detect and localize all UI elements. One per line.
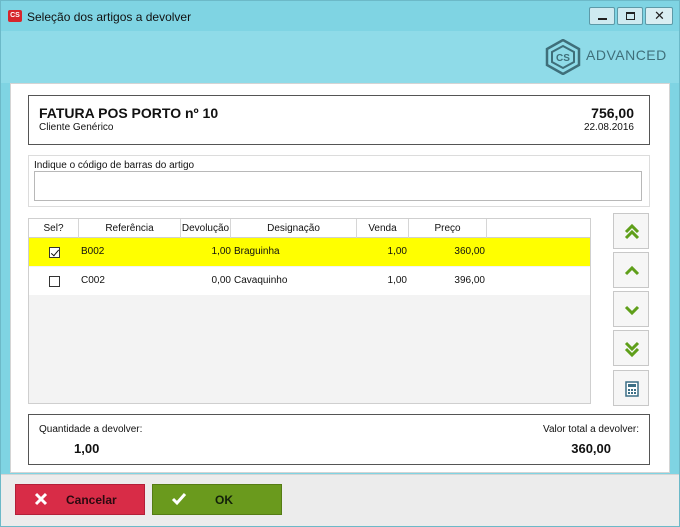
barcode-input[interactable] — [34, 171, 642, 201]
cell-preco: 396,00 — [454, 275, 485, 286]
move-down-button[interactable] — [613, 291, 649, 327]
cell-preco: 360,00 — [454, 246, 485, 257]
calculator-icon — [625, 381, 639, 397]
app-icon: CS — [8, 10, 22, 22]
logo-icon: CS — [545, 39, 581, 75]
articles-grid: Sel? Referência Devolução Designação Ven… — [28, 218, 591, 404]
row-select-checkbox[interactable] — [49, 276, 60, 287]
column-header-venda[interactable]: Venda — [357, 219, 409, 238]
cell-devolucao: 1,00 — [211, 246, 231, 257]
double-chevron-down-icon — [624, 341, 640, 358]
chevron-up-icon — [624, 265, 640, 276]
cell-designacao: Braguinha — [234, 246, 280, 257]
invoice-client: Cliente Genérico — [39, 122, 114, 133]
table-row[interactable]: C002 0,00 Cavaquinho 1,00 396,00 — [29, 267, 590, 295]
table-row[interactable]: B002 1,00 Braguinha 1,00 360,00 — [29, 238, 590, 266]
column-header-devolucao[interactable]: Devolução — [181, 219, 231, 238]
ok-button[interactable]: OK — [152, 484, 282, 515]
logo-text: ADVANCED — [586, 47, 667, 63]
total-value: 360,00 — [571, 441, 611, 456]
quantity-label: Quantidade a devolver: — [39, 424, 143, 435]
column-header-designacao[interactable]: Designação — [231, 219, 357, 238]
column-header-sel[interactable]: Sel? — [29, 219, 79, 238]
title-bar[interactable]: CS Seleção dos artigos a devolver ✕ — [1, 1, 679, 31]
invoice-date: 22.08.2016 — [583, 122, 634, 133]
minimize-button[interactable] — [589, 7, 615, 25]
cell-venda: 1,00 — [387, 275, 407, 286]
grid-header: Sel? Referência Devolução Designação Ven… — [29, 219, 590, 238]
move-last-button[interactable] — [613, 330, 649, 366]
svg-text:CS: CS — [556, 53, 570, 64]
chevron-down-icon — [624, 305, 640, 316]
cell-reference: B002 — [81, 246, 105, 257]
double-chevron-up-icon — [624, 223, 640, 240]
close-button[interactable]: ✕ — [645, 7, 673, 25]
minimize-icon — [598, 18, 607, 20]
window: CS Seleção dos artigos a devolver ✕ CS A… — [0, 0, 680, 527]
maximize-icon — [626, 12, 635, 20]
close-icon — [34, 492, 48, 506]
move-up-button[interactable] — [613, 252, 649, 288]
cell-devolucao: 0,00 — [211, 275, 231, 286]
invoice-title: FATURA POS PORTO nº 10 — [39, 105, 219, 121]
column-header-referencia[interactable]: Referência — [79, 219, 181, 238]
cancel-button[interactable]: Cancelar — [15, 484, 145, 515]
calculator-button[interactable] — [613, 370, 649, 406]
check-icon — [171, 493, 187, 506]
move-first-button[interactable] — [613, 213, 649, 249]
quantity-value: 1,00 — [74, 441, 100, 456]
invoice-panel: FATURA POS PORTO nº 10 Cliente Genérico … — [28, 95, 650, 145]
cancel-button-label: Cancelar — [66, 493, 117, 507]
cell-designacao: Cavaquinho — [234, 275, 288, 286]
barcode-label: Indique o código de barras do artigo — [34, 160, 195, 171]
close-icon: ✕ — [654, 8, 665, 23]
total-label: Valor total a devolver: — [543, 424, 639, 435]
maximize-button[interactable] — [617, 7, 643, 25]
summary-panel: Quantidade a devolver: 1,00 Valor total … — [28, 414, 650, 465]
row-select-checkbox[interactable] — [49, 247, 60, 258]
invoice-total: 756,00 — [591, 105, 634, 121]
ok-button-label: OK — [215, 493, 233, 507]
cell-venda: 1,00 — [387, 246, 407, 257]
barcode-panel: Indique o código de barras do artigo — [28, 155, 650, 207]
cell-reference: C002 — [81, 275, 105, 286]
window-title: Seleção dos artigos a devolver — [27, 10, 192, 24]
column-header-preco[interactable]: Preço — [409, 219, 487, 238]
